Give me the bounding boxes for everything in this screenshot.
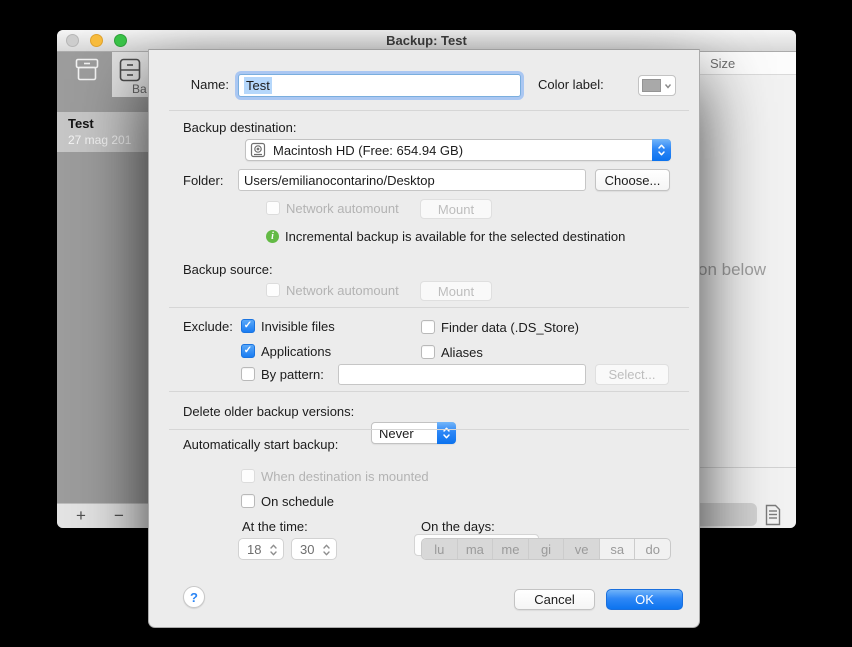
backup-destination-popup[interactable]: Macintosh HD (Free: 654.94 GB) xyxy=(245,139,671,161)
backup-destination-value: Macintosh HD (Free: 654.94 GB) xyxy=(273,142,464,158)
minute-value: 30 xyxy=(300,541,315,557)
day-segment-ma[interactable]: ma xyxy=(456,539,493,559)
add-backup-button[interactable]: + xyxy=(76,506,86,526)
sidebar-bottom-bar: + − xyxy=(57,503,148,528)
check-icon: ✓ xyxy=(243,345,253,356)
day-segment-do[interactable]: do xyxy=(634,539,670,559)
folder-input-value: Users/emilianocontarino/Desktop xyxy=(244,172,435,188)
chevron-down-icon xyxy=(663,82,673,90)
stepper-arrows-icon xyxy=(269,543,278,557)
toolbar-backups-label: Ba xyxy=(132,82,147,96)
log-document-icon[interactable] xyxy=(763,504,783,526)
ok-button[interactable]: OK xyxy=(606,589,683,610)
dest-network-automount-checkbox[interactable] xyxy=(266,201,280,215)
color-label: Color label: xyxy=(538,77,604,92)
stepper-arrows-icon xyxy=(322,543,331,557)
finder-data-label: Finder data (.DS_Store) xyxy=(441,320,580,335)
by-pattern-input[interactable] xyxy=(338,364,586,385)
separator xyxy=(169,110,689,111)
auto-start-label: Automatically start backup: xyxy=(183,437,339,452)
delete-older-label: Delete older backup versions: xyxy=(183,404,355,419)
remove-backup-button[interactable]: − xyxy=(114,506,124,526)
invisible-files-checkbox[interactable]: ✓ xyxy=(241,319,255,333)
delete-older-popup[interactable]: Never xyxy=(371,422,456,444)
info-icon: i xyxy=(266,230,279,243)
on-schedule-label: On schedule xyxy=(261,494,334,509)
day-segment-me[interactable]: me xyxy=(492,539,528,559)
size-column-header[interactable]: Size xyxy=(710,56,735,71)
choose-button[interactable]: Choose... xyxy=(595,169,670,191)
sidebar-item-date: 27 mag 201 xyxy=(68,133,132,147)
when-mounted-label: When destination is mounted xyxy=(261,469,429,484)
exclude-label: Exclude: xyxy=(183,319,233,334)
disk-icon xyxy=(250,142,266,158)
name-label: Name: xyxy=(190,77,229,92)
invisible-files-label: Invisible files xyxy=(261,319,335,334)
applications-label: Applications xyxy=(261,344,332,359)
hour-value: 18 xyxy=(247,541,262,557)
applications-checkbox[interactable]: ✓ xyxy=(241,344,255,358)
aliases-checkbox[interactable] xyxy=(421,345,435,359)
folder-input[interactable]: Users/emilianocontarino/Desktop xyxy=(238,169,586,191)
name-input[interactable]: Test xyxy=(238,74,521,97)
empty-list-placeholder: on below xyxy=(698,260,767,279)
hour-stepper[interactable]: 18 xyxy=(238,538,284,560)
on-days-label: On the days: xyxy=(421,519,495,534)
source-mount-button[interactable]: Mount xyxy=(420,281,492,301)
help-button[interactable]: ? xyxy=(183,586,205,608)
window-title: Backup: Test xyxy=(386,33,467,48)
when-mounted-checkbox[interactable] xyxy=(241,469,255,483)
days-segmented-control: lu ma me gi ve sa do xyxy=(421,538,671,560)
day-segment-ve[interactable]: ve xyxy=(563,539,599,559)
on-schedule-checkbox[interactable] xyxy=(241,494,255,508)
separator xyxy=(169,429,689,430)
minute-stepper[interactable]: 30 xyxy=(291,538,337,560)
folder-label: Folder: xyxy=(183,173,224,188)
day-segment-sa[interactable]: sa xyxy=(598,539,635,559)
popup-arrows-icon xyxy=(652,139,671,161)
finder-data-checkbox[interactable] xyxy=(421,320,435,334)
backup-destination-label: Backup destination: xyxy=(183,120,297,135)
color-label-dropdown[interactable] xyxy=(638,75,676,96)
info-text: Incremental backup is available for the … xyxy=(285,229,626,244)
archive-box-icon[interactable] xyxy=(74,56,100,84)
name-input-value: Test xyxy=(244,77,272,94)
popup-arrows-icon xyxy=(437,422,456,444)
cancel-button[interactable]: Cancel xyxy=(514,589,595,610)
check-icon: ✓ xyxy=(243,320,253,331)
dest-mount-button[interactable]: Mount xyxy=(420,199,492,219)
drawer-stack-icon[interactable] xyxy=(117,57,143,84)
source-network-automount-label: Network automount xyxy=(286,283,399,298)
at-time-label: At the time: xyxy=(242,519,308,534)
day-segment-lu[interactable]: lu xyxy=(422,539,457,559)
delete-older-value: Never xyxy=(379,425,414,441)
source-network-automount-checkbox[interactable] xyxy=(266,283,280,297)
by-pattern-label: By pattern: xyxy=(261,367,324,382)
sidebar-item-test[interactable]: Test 27 mag 201 xyxy=(57,112,148,152)
by-pattern-checkbox[interactable] xyxy=(241,367,255,381)
backup-settings-sheet: Name: Test Color label: Backup destinati… xyxy=(148,49,700,628)
color-swatch xyxy=(642,79,661,92)
aliases-label: Aliases xyxy=(441,345,483,360)
bottom-panel-divider xyxy=(688,467,796,468)
day-segment-gi[interactable]: gi xyxy=(527,539,564,559)
separator xyxy=(169,307,689,308)
dest-network-automount-label: Network automount xyxy=(286,201,399,216)
separator xyxy=(169,391,689,392)
sidebar-item-name: Test xyxy=(68,116,94,131)
backup-source-label: Backup source: xyxy=(183,262,273,277)
select-button[interactable]: Select... xyxy=(595,364,669,385)
